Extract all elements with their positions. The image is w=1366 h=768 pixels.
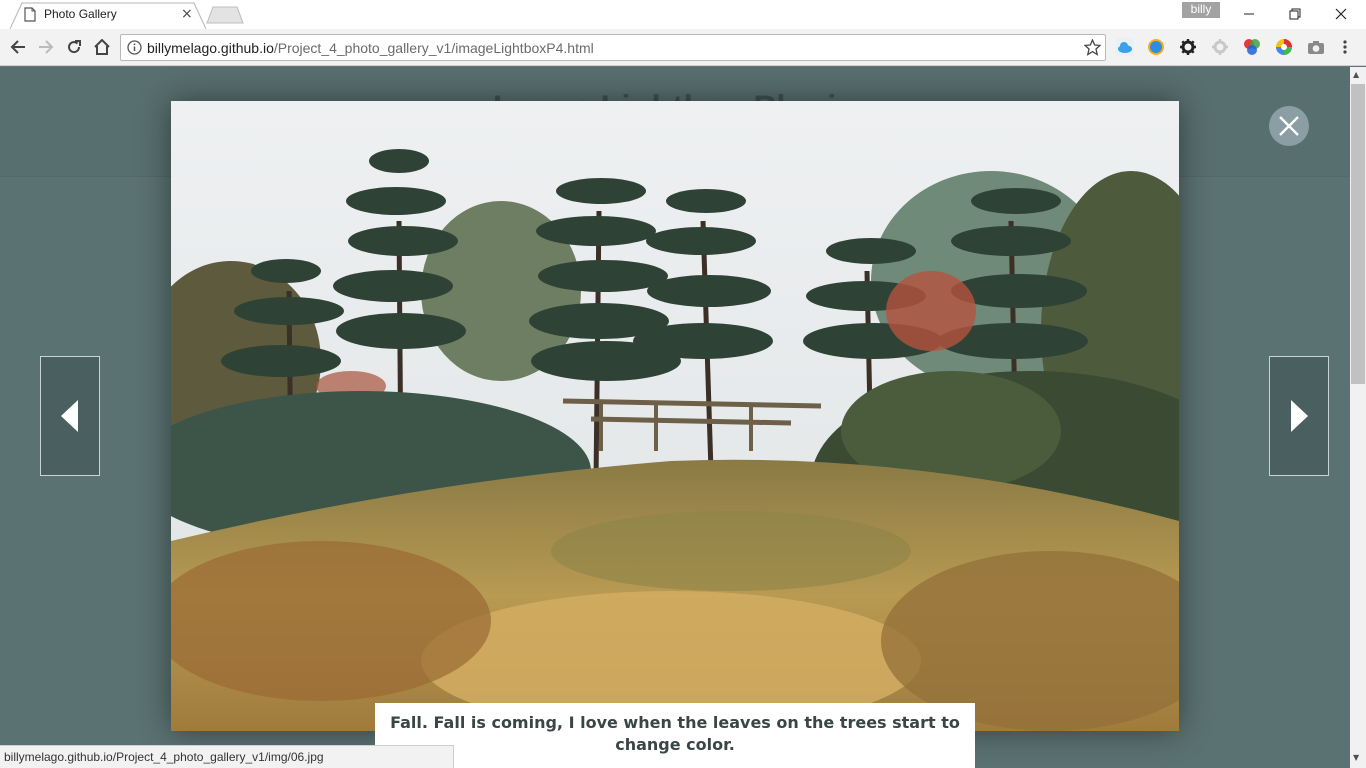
home-icon: [94, 39, 110, 55]
image-caption: Fall. Fall is coming, I love when the le…: [375, 703, 975, 768]
home-button[interactable]: [92, 37, 112, 57]
reload-button[interactable]: [64, 37, 84, 57]
profile-button[interactable]: billy: [1182, 2, 1220, 18]
arrow-left-icon: [61, 400, 78, 432]
scroll-up-arrow-icon[interactable]: ▲: [1353, 70, 1359, 79]
lightbox-image[interactable]: [171, 101, 1179, 731]
minimize-icon: [1244, 13, 1254, 15]
garden-photo: [171, 101, 1179, 731]
camera-extension-icon[interactable]: [1307, 38, 1325, 56]
cloud-extension-icon[interactable]: [1116, 38, 1134, 56]
previous-image-button[interactable]: [40, 356, 100, 476]
next-image-button[interactable]: [1269, 356, 1329, 476]
tab-title: Photo Gallery: [44, 7, 117, 21]
back-arrow-icon: [10, 40, 25, 54]
forward-button[interactable]: [36, 37, 56, 57]
page-icon: [24, 7, 36, 22]
window-close-button[interactable]: [1318, 2, 1364, 26]
color-extension-icon[interactable]: [1243, 38, 1261, 56]
url-text[interactable]: billymelago.github.io/Project_4_photo_ga…: [147, 40, 594, 56]
close-icon: [1279, 116, 1299, 136]
gear-extension-icon[interactable]: [1179, 38, 1197, 56]
restore-button[interactable]: [1272, 2, 1318, 26]
scroll-down-arrow-icon[interactable]: ▼: [1353, 753, 1359, 762]
url-path: /Project_4_photo_gallery_v1/imageLightbo…: [273, 40, 594, 56]
status-bar-url: billymelago.github.io/Project_4_photo_ga…: [0, 745, 454, 768]
compass-extension-icon[interactable]: [1147, 38, 1165, 56]
browser-toolbar: billymelago.github.io/Project_4_photo_ga…: [0, 29, 1366, 66]
colorwheel-extension-icon[interactable]: [1275, 38, 1293, 56]
forward-arrow-icon: [39, 40, 54, 54]
back-button[interactable]: [8, 37, 28, 57]
restore-icon: [1289, 8, 1301, 20]
minimize-button[interactable]: [1226, 2, 1272, 26]
close-window-icon: [1335, 8, 1347, 20]
reload-icon: [68, 40, 81, 54]
url-host: billymelago.github.io: [147, 40, 274, 56]
arrow-right-icon: [1291, 400, 1308, 432]
new-tab-button[interactable]: [206, 6, 244, 24]
lightbox-close-button[interactable]: [1269, 106, 1309, 146]
scrollbar-thumb[interactable]: [1351, 84, 1365, 384]
tab-strip: Photo Gallery × billy: [0, 0, 1366, 29]
settings-extension-icon[interactable]: [1211, 38, 1229, 56]
tab-close-button[interactable]: ×: [181, 6, 193, 22]
menu-icon[interactable]: [1340, 38, 1350, 56]
info-icon[interactable]: [127, 40, 142, 55]
address-bar[interactable]: billymelago.github.io/Project_4_photo_ga…: [120, 34, 1106, 61]
bookmark-star-icon[interactable]: [1084, 39, 1101, 56]
